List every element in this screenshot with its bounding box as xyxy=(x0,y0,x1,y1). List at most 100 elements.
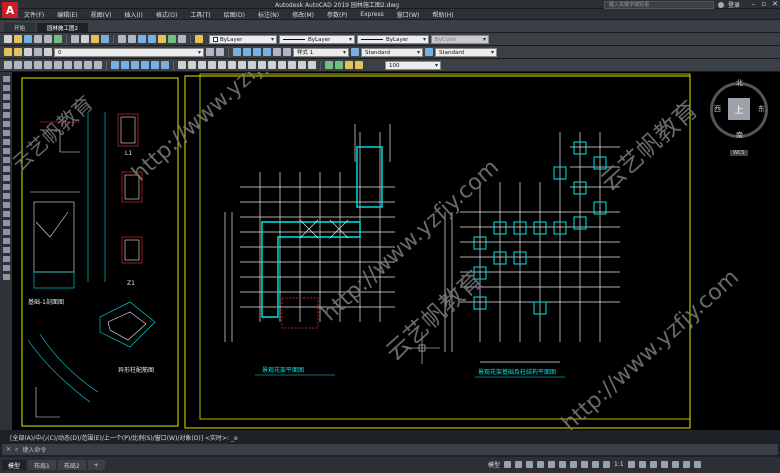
tab-start[interactable]: 开始 xyxy=(4,23,36,32)
pan-icon[interactable] xyxy=(138,35,146,43)
close-command-icon[interactable]: ✕ xyxy=(6,446,11,453)
annotation-scale[interactable]: 1:1 xyxy=(614,461,624,468)
plotstyle-select[interactable]: ByColor xyxy=(431,34,489,44)
cut-icon[interactable] xyxy=(71,35,79,43)
open-icon[interactable] xyxy=(14,35,22,43)
polar-icon[interactable] xyxy=(537,461,545,468)
tool-polygon-icon[interactable] xyxy=(2,121,10,127)
table-style-icon[interactable] xyxy=(253,48,261,56)
tool-erase-icon[interactable] xyxy=(2,211,10,217)
snap-icon[interactable] xyxy=(515,461,523,468)
menu-item-help[interactable]: 帮助(H) xyxy=(432,10,453,19)
user-icon[interactable] xyxy=(717,1,724,8)
tool-hatch-icon[interactable] xyxy=(2,166,10,172)
view-icon[interactable] xyxy=(283,48,291,56)
dim-angle-icon[interactable] xyxy=(141,61,149,69)
copy-icon[interactable] xyxy=(81,35,89,43)
menu-item-tools[interactable]: 工具(T) xyxy=(190,10,210,19)
save-icon[interactable] xyxy=(24,35,32,43)
hardware-accel-icon[interactable] xyxy=(671,461,679,468)
calculator-icon[interactable] xyxy=(178,35,186,43)
tab-layout1[interactable]: 布局1 xyxy=(28,460,56,470)
menu-item-edit[interactable]: 编辑(E) xyxy=(57,10,77,19)
tool-rotate-icon[interactable] xyxy=(2,256,10,262)
tool-line-icon[interactable] xyxy=(2,76,10,82)
stretch-icon[interactable] xyxy=(258,61,266,69)
tool-circle-icon[interactable] xyxy=(2,94,10,100)
menu-item-parametric[interactable]: 参数(P) xyxy=(327,10,347,19)
break-icon[interactable] xyxy=(288,61,296,69)
design-center-icon[interactable] xyxy=(168,35,176,43)
explode-icon[interactable] xyxy=(308,61,316,69)
units-icon[interactable] xyxy=(638,461,646,468)
dimstyle-select[interactable]: 样式 1 xyxy=(293,47,349,57)
visual-style-icon[interactable] xyxy=(273,48,281,56)
tool-block-icon[interactable] xyxy=(2,148,10,154)
minimize-icon[interactable]: – xyxy=(752,0,756,8)
scale-icon[interactable] xyxy=(248,61,256,69)
tool-polyline-icon[interactable] xyxy=(2,85,10,91)
tool-move-icon[interactable] xyxy=(2,247,10,253)
menu-item-view[interactable]: 视图(V) xyxy=(91,10,112,19)
dim-style-icon[interactable] xyxy=(243,48,251,56)
insert-icon[interactable] xyxy=(355,61,363,69)
fillet-icon[interactable] xyxy=(298,61,306,69)
tablestyle-select[interactable]: Standard xyxy=(435,47,497,57)
tool-copy-icon[interactable] xyxy=(2,220,10,226)
publish-icon[interactable] xyxy=(54,35,62,43)
match-properties-icon[interactable] xyxy=(101,35,109,43)
viewcube-top-face[interactable]: 上 xyxy=(728,98,750,120)
tool-mirror-icon[interactable] xyxy=(2,229,10,235)
drawing-canvas[interactable]: 基础-1剖面图 异形柱配筋图 L1 Z1 景观花架平面图 景观花架基础及柱结构平… xyxy=(0,72,780,430)
circle-icon[interactable] xyxy=(64,61,72,69)
viewcube[interactable]: 北 南 东 西 上 WCS xyxy=(700,72,780,232)
move-icon[interactable] xyxy=(228,61,236,69)
maximize-icon[interactable]: ▫ xyxy=(761,0,766,8)
clean-screen-icon[interactable] xyxy=(682,461,690,468)
lock-icon[interactable] xyxy=(34,48,42,56)
command-search-icon[interactable]: ⌕ xyxy=(15,446,18,454)
table-icon[interactable] xyxy=(425,48,433,56)
dim-linear-icon[interactable] xyxy=(111,61,119,69)
compass-west[interactable]: 西 xyxy=(714,104,721,114)
add-layout-button[interactable]: + xyxy=(87,460,105,470)
menu-item-file[interactable]: 文件(F) xyxy=(24,10,44,19)
tool-rectangle-icon[interactable] xyxy=(2,112,10,118)
new-icon[interactable] xyxy=(4,35,12,43)
lightbulb-icon[interactable] xyxy=(14,48,22,56)
line-icon[interactable] xyxy=(4,61,12,69)
workspace-gear-icon[interactable] xyxy=(627,461,635,468)
cloud-icon[interactable] xyxy=(74,61,82,69)
ortho-icon[interactable] xyxy=(526,461,534,468)
tool-ellipse-icon[interactable] xyxy=(2,139,10,145)
tool-table-icon[interactable] xyxy=(2,193,10,199)
trim-icon[interactable] xyxy=(268,61,276,69)
mirror-icon[interactable] xyxy=(198,61,206,69)
copy-object-icon[interactable] xyxy=(188,61,196,69)
redo-icon[interactable] xyxy=(128,35,136,43)
rectangle-icon[interactable] xyxy=(44,61,52,69)
quick-properties-icon[interactable] xyxy=(649,461,657,468)
menu-item-window[interactable]: 窗口(W) xyxy=(397,10,420,19)
offset-icon[interactable] xyxy=(208,61,216,69)
hatch-icon[interactable] xyxy=(325,61,333,69)
erase-icon[interactable] xyxy=(178,61,186,69)
layer-select[interactable]: 0 xyxy=(54,47,204,57)
layer-properties-icon[interactable] xyxy=(4,48,12,56)
autocad-logo[interactable]: A xyxy=(2,2,18,18)
menu-item-insert[interactable]: 插入(I) xyxy=(124,10,142,19)
customization-icon[interactable] xyxy=(693,461,701,468)
compass-north[interactable]: 北 xyxy=(736,78,743,88)
search-input[interactable]: 键入关键字或短语 xyxy=(603,0,714,9)
extend-icon[interactable] xyxy=(278,61,286,69)
tool-gradient-icon[interactable] xyxy=(2,175,10,181)
dim-continue-icon[interactable] xyxy=(161,61,169,69)
color-select[interactable]: ByLayer xyxy=(209,34,277,44)
tool-trim-icon[interactable] xyxy=(2,274,10,280)
layer-color-icon[interactable] xyxy=(44,48,52,56)
tab-model[interactable]: 模型 xyxy=(2,460,27,470)
linetype-select[interactable]: ByLayer xyxy=(279,34,355,44)
menu-item-format[interactable]: 格式(O) xyxy=(156,10,177,19)
paste-icon[interactable] xyxy=(91,35,99,43)
tool-spline-icon[interactable] xyxy=(2,130,10,136)
